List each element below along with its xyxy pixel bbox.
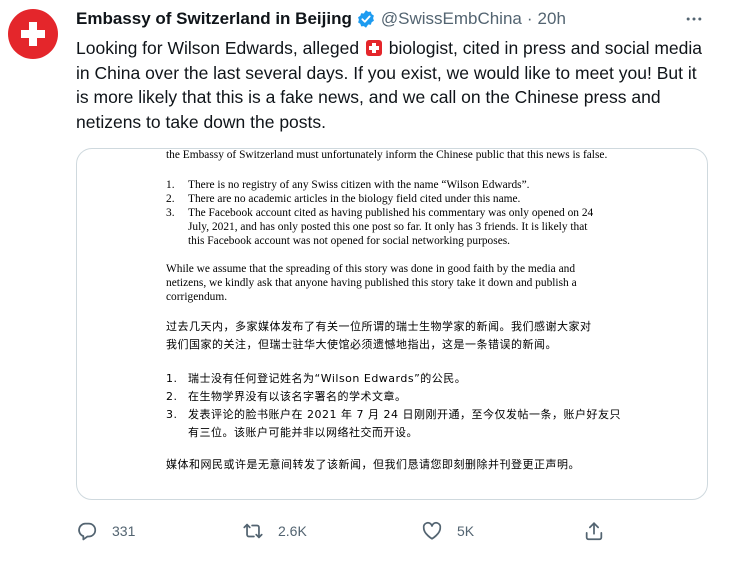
like-count: 5K bbox=[457, 523, 475, 539]
like-button[interactable]: 5K bbox=[421, 519, 474, 543]
more-dots-icon[interactable] bbox=[682, 8, 706, 30]
doc-en-item-1: 1. There is no registry of any Swiss cit… bbox=[166, 179, 530, 191]
doc-zh-item-3: 3. 发表评论的脸书账户在 2021 年 7 月 24 日刚刚开通，至今仅发帖一… bbox=[166, 408, 621, 439]
display-name[interactable]: Embassy of Switzerland in Beijing bbox=[76, 9, 352, 29]
doc-zh-closing: 媒体和网民或许是无意间转发了该新闻，但我们恳请您即刻删除并刊登更正声明。 bbox=[166, 458, 580, 471]
tweet-text-part-1: Looking for Wilson Edwards, alleged bbox=[76, 38, 364, 58]
tweet-actions: 331 2.6K 5K bbox=[76, 519, 616, 543]
retweet-button[interactable]: 2.6K bbox=[242, 519, 307, 543]
timestamp[interactable]: 20h bbox=[538, 9, 566, 29]
share-button[interactable] bbox=[583, 519, 605, 543]
doc-en-paragraph: While we assume that the spreading of th… bbox=[166, 263, 577, 303]
tweet[interactable]: Embassy of Switzerland in Beijing @Swiss… bbox=[0, 0, 730, 568]
doc-zh-item-1: 1. 瑞士没有任何登记姓名为“Wilson Edwards”的公民。 bbox=[166, 372, 467, 385]
verified-badge-icon bbox=[356, 9, 376, 29]
attached-image[interactable]: the Embassy of Switzerland must unfortun… bbox=[76, 148, 708, 500]
doc-intro-line: the Embassy of Switzerland must unfortun… bbox=[166, 149, 608, 161]
reply-button[interactable]: 331 bbox=[76, 519, 135, 543]
share-icon bbox=[585, 522, 603, 541]
doc-en-item-2: 2. There are no academic articles in the… bbox=[166, 193, 521, 205]
retweet-icon bbox=[243, 523, 263, 539]
reply-icon bbox=[78, 522, 97, 541]
doc-zh-list: 1. 瑞士没有任何登记姓名为“Wilson Edwards”的公民。 2. 在生… bbox=[166, 370, 652, 442]
separator-dot: · bbox=[526, 9, 533, 28]
heart-icon bbox=[422, 521, 442, 540]
tweet-text: Looking for Wilson Edwards, alleged biol… bbox=[76, 36, 706, 134]
swiss-cross-icon bbox=[20, 21, 46, 47]
avatar[interactable] bbox=[8, 9, 58, 59]
tweet-header: Embassy of Switzerland in Beijing @Swiss… bbox=[76, 8, 566, 30]
swiss-flag-icon bbox=[365, 40, 382, 56]
doc-zh-paragraph: 过去几天内，多家媒体发布了有关一位所谓的瑞士生物学家的新闻。我们感谢大家对 我们… bbox=[166, 320, 592, 351]
reply-count: 331 bbox=[112, 523, 136, 539]
retweet-count: 2.6K bbox=[278, 523, 307, 539]
doc-zh-item-2: 2. 在生物学界没有以该名字署名的学术文章。 bbox=[166, 390, 407, 403]
statement-document: the Embassy of Switzerland must unfortun… bbox=[166, 149, 652, 474]
user-handle[interactable]: @SwissEmbChina bbox=[381, 9, 522, 29]
doc-en-item-3: 3. The Facebook account cited as having … bbox=[166, 207, 594, 247]
